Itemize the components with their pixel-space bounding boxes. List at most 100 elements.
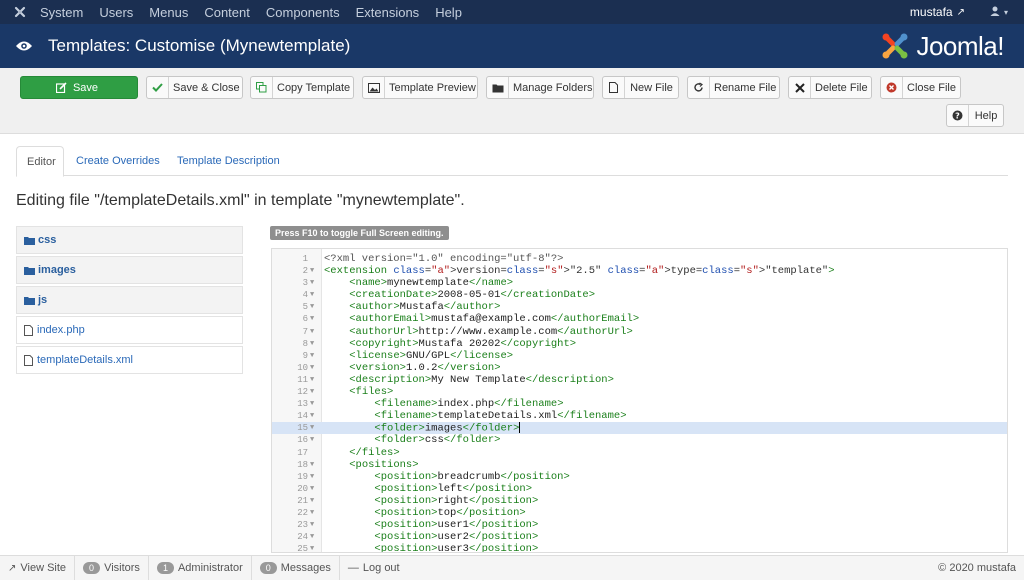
code-line[interactable]: 8 ▼ <copyright>Mustafa 20202</copyright> [272,338,1007,350]
fold-toggle-icon[interactable]: ▼ [310,313,314,325]
site-username-link[interactable]: mustafa [910,5,953,19]
svg-text:?: ? [955,111,960,120]
fold-toggle-icon[interactable]: ▼ [310,398,314,410]
rename-file-button[interactable]: Rename File [687,76,780,99]
code-line[interactable]: 6 ▼ <authorEmail>mustafa@example.com</aut… [272,313,1007,325]
logout-link[interactable]: — Log out [340,556,408,580]
fold-toggle-icon[interactable]: ▼ [310,543,314,552]
template-preview-button[interactable]: Template Preview [362,76,478,99]
folder-item-images[interactable]: images [16,256,243,284]
line-number: 6 [302,314,308,325]
fold-toggle-icon[interactable]: ▼ [310,386,314,398]
code-line[interactable]: 2 ▼ <extension class="a">version=class="s"… [272,265,1007,277]
code-text: <author>Mustafa</author> [349,301,501,314]
file-item-index-php[interactable]: index.php [16,316,243,344]
menu-system[interactable]: System [40,5,83,20]
code-line[interactable]: 19 ▼ <position>breadcrumb</position> [272,471,1007,483]
menu-components[interactable]: Components [266,5,340,20]
code-line[interactable]: 14 ▼ <filename>templateDetails.xml</filen… [272,410,1007,422]
fold-toggle-icon[interactable]: ▼ [310,289,314,301]
tab-create-overrides[interactable]: Create Overrides [66,146,170,176]
code-line[interactable]: 9 ▼ <license>GNU/GPL</license> [272,350,1007,362]
code-line[interactable]: 7 ▼ <authorUrl>http://www.example.com</au… [272,326,1007,338]
fold-toggle-icon[interactable]: ▼ [310,519,314,531]
folder-item-css[interactable]: css [16,226,243,254]
fold-toggle-icon[interactable]: ▼ [310,410,314,422]
line-number: 15 [297,423,308,434]
code-line[interactable]: 20 ▼ <position>left</position> [272,483,1007,495]
code-text: <positions> [349,458,419,471]
joomla-menu-icon[interactable] [0,0,40,24]
fold-toggle-icon[interactable]: ▼ [310,350,314,362]
page-header: Templates: Customise (Mynewtemplate) Joo… [0,24,1024,68]
tab-template-description[interactable]: Template Description [167,146,290,176]
fold-toggle-icon[interactable]: ▼ [310,326,314,338]
administrator-status[interactable]: 1 Administrator [149,555,252,580]
new-file-button[interactable]: New File [602,76,679,99]
menu-extensions[interactable]: Extensions [356,5,420,20]
folder-item-js[interactable]: js [16,286,243,314]
code-line[interactable]: 22 ▼ <position>top</position> [272,507,1007,519]
editing-file-heading: Editing file "/templateDetails.xml" in t… [16,192,465,209]
code-line[interactable]: 16 ▼ <folder>css</folder> [272,434,1007,446]
code-line[interactable]: 13 ▼ <filename>index.php</filename> [272,398,1007,410]
visitors-status[interactable]: 0 Visitors [75,555,149,580]
fold-toggle-icon[interactable]: ▼ [310,483,314,495]
messages-status[interactable]: 0 Messages [252,555,340,580]
fold-toggle-icon[interactable]: ▼ [310,495,314,507]
code-line[interactable]: 5 ▼ <author>Mustafa</author> [272,301,1007,314]
file-item-template-details[interactable]: templateDetails.xml [16,346,243,374]
fold-toggle-icon[interactable]: ▼ [310,459,314,471]
chevron-down-icon[interactable]: ▾ [1004,8,1008,17]
close-file-button[interactable]: Close File [880,76,961,99]
fold-toggle-icon[interactable]: ▼ [310,422,314,434]
fold-toggle-icon[interactable]: ▼ [310,434,314,446]
menu-content[interactable]: Content [204,5,250,20]
code-line[interactable]: 15 ▼ <folder>images</folder> [272,422,1007,435]
code-line[interactable]: 24 ▼ <position>user2</position> [272,531,1007,544]
menu-users[interactable]: Users [99,5,133,20]
save-button[interactable]: Save [20,76,138,99]
code-line[interactable]: 18 ▼ <positions> [272,458,1007,471]
fold-toggle-icon[interactable]: ▼ [310,374,314,386]
menu-help[interactable]: Help [435,5,462,20]
code-line[interactable]: 3 ▼ <name>mynewtemplate</name> [272,277,1007,289]
code-line[interactable]: 17 </files> [272,447,1007,459]
code-text: <position>user2</position> [374,531,539,544]
fold-toggle-icon[interactable]: ▼ [310,531,314,543]
code-lines[interactable]: 1 <?xml version="1.0" encoding="utf-8"?> 2… [272,253,1007,552]
code-editor[interactable]: 1 <?xml version="1.0" encoding="utf-8"?> 2… [271,248,1008,553]
delete-file-button[interactable]: Delete File [788,76,872,99]
fold-toggle-icon[interactable]: ▼ [310,507,314,519]
fold-toggle-icon[interactable]: ▼ [310,277,314,289]
fold-toggle-icon[interactable]: ▼ [310,301,314,313]
line-number: 11 [297,374,308,385]
menu-menus[interactable]: Menus [149,5,188,20]
code-text: <folder>images</folder> [374,422,521,435]
code-text: <position>user1</position> [374,519,539,532]
code-line[interactable]: 11 ▼ <description>My New Template</descri… [272,373,1007,386]
fold-toggle-icon[interactable]: ▼ [310,471,314,483]
refresh-icon [688,77,710,98]
user-menu-icon[interactable] [989,5,1001,20]
fold-toggle-icon[interactable]: ▼ [310,265,314,277]
code-text: <description>My New Template</descriptio… [349,373,614,386]
code-line[interactable]: 23 ▼ <position>user1</position> [272,519,1007,532]
fold-toggle-icon[interactable]: ▼ [310,338,314,350]
code-line[interactable]: 21 ▼ <position>right</position> [272,495,1007,507]
administrator-label: Administrator [177,562,243,574]
fold-toggle-icon[interactable]: ▼ [310,362,314,374]
line-number: 7 [302,326,308,337]
help-button[interactable]: ? Help [946,104,1004,127]
save-close-button[interactable]: Save & Close [146,76,243,99]
tab-editor[interactable]: Editor [16,146,64,177]
code-line[interactable]: 25 ▼ <position>user3</position> [272,543,1007,552]
view-site-link[interactable]: ↗ View Site [0,555,76,580]
code-line[interactable]: 10 ▼ <version>1.0.2</version> [272,362,1007,374]
manage-folders-button[interactable]: Manage Folders [486,76,594,99]
code-line[interactable]: 1 <?xml version="1.0" encoding="utf-8"?> [272,253,1007,265]
line-number: 22 [297,507,308,518]
code-line[interactable]: 4 ▼ <creationDate>2008-05-01</creationDat… [272,289,1007,301]
copy-template-button[interactable]: Copy Template [250,76,354,99]
code-line[interactable]: 12 ▼ <files> [272,386,1007,398]
